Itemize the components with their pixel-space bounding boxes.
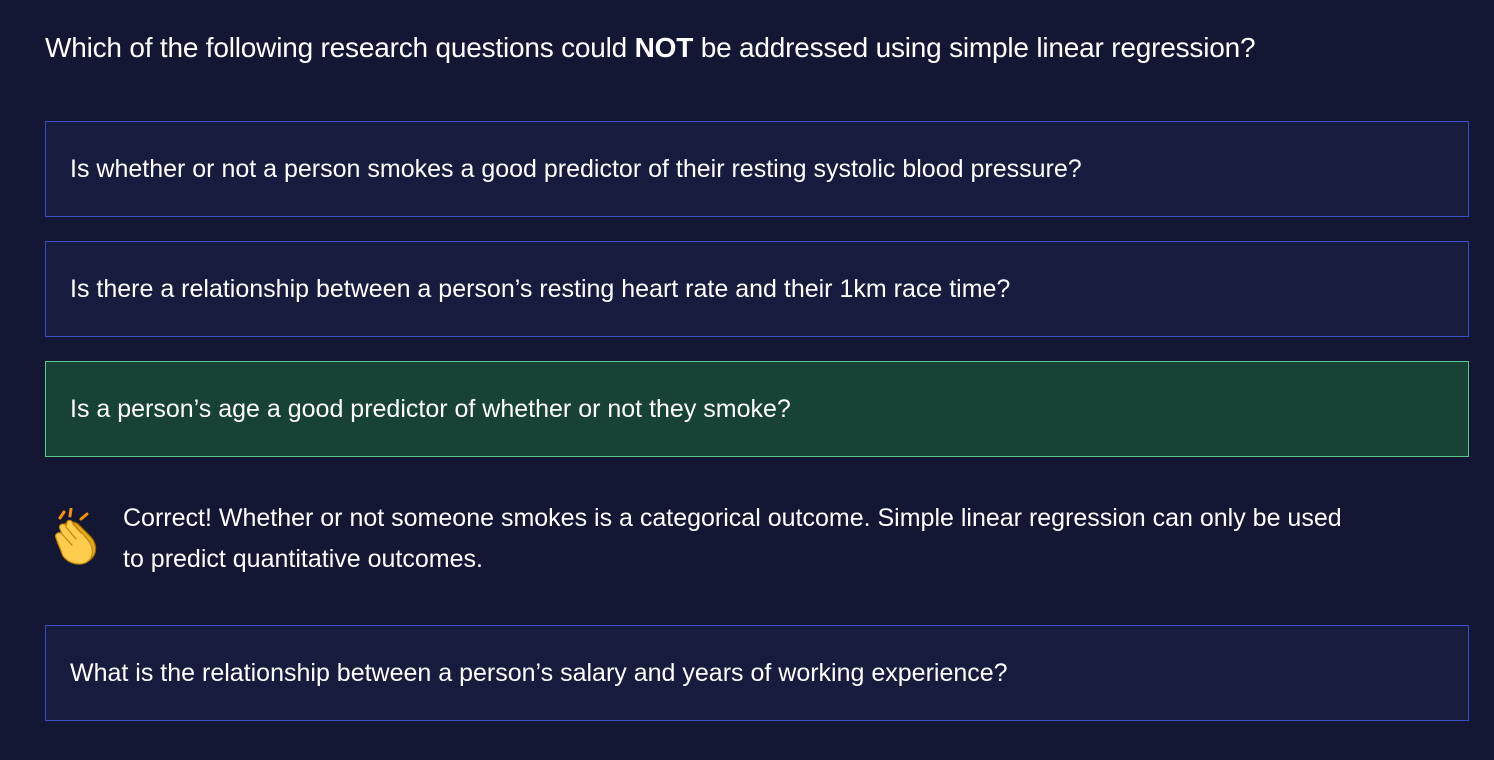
answer-option-3-correct[interactable]: Is a person’s age a good predictor of wh… [45, 361, 1469, 457]
quiz-page: Which of the following research question… [0, 0, 1494, 760]
answer-option-label: Is there a relationship between a person… [70, 275, 1011, 303]
question-text-after: be addressed using simple linear regress… [693, 32, 1256, 63]
question-prompt: Which of the following research question… [45, 26, 1256, 70]
question-emphasis: NOT [634, 32, 694, 63]
feedback-message: Correct! Whether or not someone smokes i… [50, 500, 1350, 590]
answer-option-label: Is whether or not a person smokes a good… [70, 155, 1082, 183]
answer-option-label: Is a person’s age a good predictor of wh… [70, 395, 791, 423]
answer-option-4[interactable]: What is the relationship between a perso… [45, 625, 1469, 721]
answer-option-2[interactable]: Is there a relationship between a person… [45, 241, 1469, 337]
feedback-text: Correct! Whether or not someone smokes i… [123, 504, 1342, 573]
answer-option-label: What is the relationship between a perso… [70, 659, 1008, 687]
answer-option-1[interactable]: Is whether or not a person smokes a good… [45, 121, 1469, 217]
clapping-hands-icon [54, 508, 97, 565]
question-text-before: Which of the following research question… [45, 32, 635, 63]
